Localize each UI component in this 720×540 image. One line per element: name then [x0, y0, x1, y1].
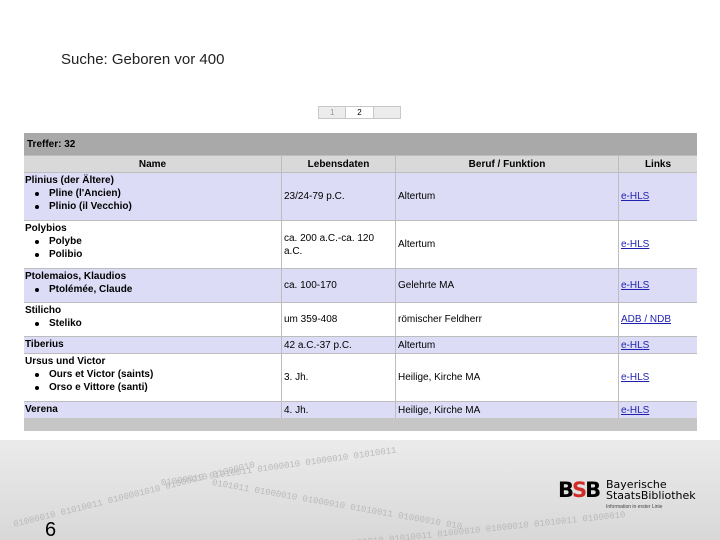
name-cell: Tiberius: [24, 336, 282, 353]
person-name: Stilicho: [25, 305, 62, 316]
table-row: Tiberius 42 a.C.-37 p.C. Altertum e-HLS: [24, 336, 697, 353]
person-name: Ursus und Victor: [25, 356, 106, 367]
link-ehls[interactable]: e-HLS: [621, 372, 649, 383]
page-link-1[interactable]: 1: [319, 107, 347, 118]
link-ehls[interactable]: e-HLS: [621, 280, 649, 291]
person-name: Polybios: [25, 223, 67, 234]
name-variant: Orso e Vittore (santi): [25, 381, 279, 394]
link-ehls[interactable]: e-HLS: [621, 340, 649, 351]
name-cell: Ptolemaios, Klaudios Ptolémée, Claude: [24, 268, 282, 302]
page-number: 6: [45, 519, 57, 540]
name-variant: Polibio: [25, 248, 279, 261]
links-cell: e-HLS: [619, 268, 697, 302]
bsb-logo-text: Bayerische StaatsBibliothek: [606, 478, 696, 502]
binary-decoration: 0101011 01000010 01000010 01010011 01000…: [211, 478, 463, 532]
pagination: 1 2: [318, 106, 401, 119]
name-cell: Stilicho Steliko: [24, 302, 282, 336]
table-row: Ursus und Victor Ours et Victor (saints)…: [24, 353, 697, 401]
hit-count: Treffer: 32: [24, 133, 697, 155]
person-name: Tiberius: [25, 339, 64, 350]
page-link-2[interactable]: 2: [346, 107, 374, 118]
dates-cell: 3. Jh.: [282, 353, 396, 401]
link-ehls[interactable]: e-HLS: [621, 239, 649, 250]
table-row: Plinius (der Ältere) Pline (l'Ancien) Pl…: [24, 172, 697, 220]
role-cell: Altertum: [396, 220, 619, 268]
name-variant: Pline (l'Ancien): [25, 187, 279, 200]
table-row: Verena 4. Jh. Heilige, Kirche MA e-HLS: [24, 401, 697, 418]
links-cell: e-HLS: [619, 353, 697, 401]
table-row: Polybios Polybe Polibio ca. 200 a.C.-ca.…: [24, 220, 697, 268]
slide-title: Suche: Geboren vor 400: [61, 51, 225, 68]
link-ehls[interactable]: e-HLS: [621, 191, 649, 202]
role-cell: Gelehrte MA: [396, 268, 619, 302]
name-cell: Polybios Polybe Polibio: [24, 220, 282, 268]
name-variant: Steliko: [25, 317, 279, 330]
link-ehls[interactable]: e-HLS: [621, 405, 649, 416]
column-header-dates[interactable]: Lebensdaten: [282, 155, 396, 172]
role-cell: Heilige, Kirche MA: [396, 353, 619, 401]
page-spacer: [374, 107, 400, 118]
name-cell: Plinius (der Ältere) Pline (l'Ancien) Pl…: [24, 172, 282, 220]
dates-cell: 42 a.C.-37 p.C.: [282, 336, 396, 353]
dates-cell: um 359-408: [282, 302, 396, 336]
table-row: Stilicho Steliko um 359-408 römischer Fe…: [24, 302, 697, 336]
name-cell: Verena: [24, 401, 282, 418]
links-cell: e-HLS: [619, 220, 697, 268]
dates-cell: 4. Jh.: [282, 401, 396, 418]
name-variant: Ours et Victor (saints): [25, 368, 279, 381]
person-name: Plinius (der Ältere): [25, 175, 114, 186]
name-variant: Ptolémée, Claude: [25, 283, 279, 296]
dates-cell: ca. 200 a.C.-ca. 120 a.C.: [282, 220, 396, 268]
role-cell: römischer Feldherr: [396, 302, 619, 336]
role-cell: Heilige, Kirche MA: [396, 401, 619, 418]
table-row: Ptolemaios, Klaudios Ptolémée, Claude ca…: [24, 268, 697, 302]
name-variant: Plinio (il Vecchio): [25, 200, 279, 213]
results-table: Treffer: 32 Name Lebensdaten Beruf / Fun…: [24, 133, 697, 431]
person-name: Verena: [25, 404, 58, 415]
role-cell: Altertum: [396, 172, 619, 220]
column-header-links[interactable]: Links: [619, 155, 697, 172]
column-header-name[interactable]: Name: [24, 155, 282, 172]
dates-cell: ca. 100-170: [282, 268, 396, 302]
name-cell: Ursus und Victor Ours et Victor (saints)…: [24, 353, 282, 401]
bsb-logo-mark: BSB: [558, 478, 601, 502]
links-cell: e-HLS: [619, 336, 697, 353]
links-cell: ADB / NDB: [619, 302, 697, 336]
links-cell: e-HLS: [619, 401, 697, 418]
name-variant: Polybe: [25, 235, 279, 248]
link-adb-ndb[interactable]: ADB / NDB: [621, 314, 671, 325]
role-cell: Altertum: [396, 336, 619, 353]
bsb-logo-tagline: Information in erster Linie: [606, 504, 663, 510]
person-name: Ptolemaios, Klaudios: [25, 271, 127, 282]
dates-cell: 23/24-79 p.C.: [282, 172, 396, 220]
column-header-role[interactable]: Beruf / Funktion: [396, 155, 619, 172]
links-cell: e-HLS: [619, 172, 697, 220]
